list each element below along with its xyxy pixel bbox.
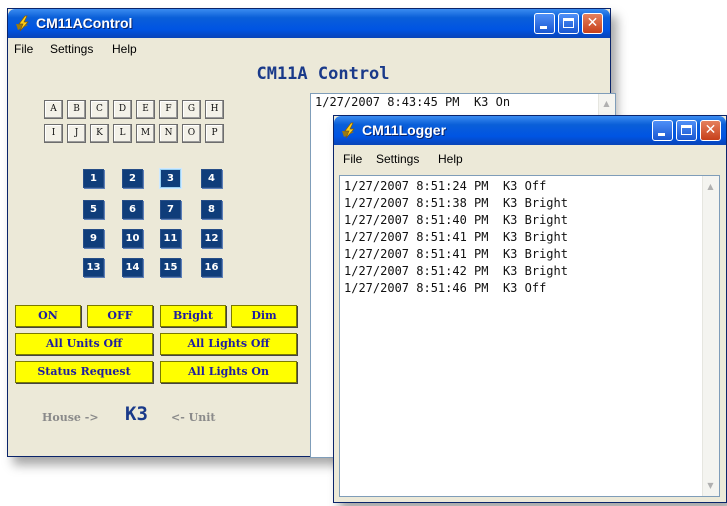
logger-maximize-button[interactable]: [676, 120, 697, 141]
unit-button-2[interactable]: 2: [122, 169, 143, 188]
logger-log-scrollbar[interactable]: ▲ ▼: [702, 176, 719, 496]
logger-window-title: CM11Logger: [362, 122, 447, 138]
unit-button-9[interactable]: 9: [83, 229, 104, 248]
control-window-title: CM11AControl: [36, 15, 133, 31]
minimize-icon: [658, 133, 665, 136]
house-label: House ->: [42, 411, 99, 424]
close-icon: ✕: [704, 122, 717, 138]
unit-button-5[interactable]: 5: [83, 200, 104, 219]
log-line: 1/27/2007 8:51:24 PM K3 Off: [344, 179, 547, 193]
log-line: 1/27/2007 8:51:41 PM K3 Bright: [344, 230, 568, 244]
off-button[interactable]: OFF: [87, 305, 153, 327]
logger-menubar: File Settings Help: [334, 148, 726, 170]
house-button-f[interactable]: F: [159, 100, 178, 119]
scroll-up-icon[interactable]: ▲: [600, 96, 613, 111]
unit-button-15[interactable]: 15: [160, 258, 181, 277]
house-button-o[interactable]: O: [182, 124, 201, 143]
all-lights-off-button[interactable]: All Lights Off: [160, 333, 297, 355]
log-line: 1/27/2007 8:51:40 PM K3 Bright: [344, 213, 568, 227]
unit-button-1[interactable]: 1: [83, 169, 104, 188]
logger-titlebar[interactable]: CM11Logger ✕: [334, 116, 726, 145]
unit-button-16[interactable]: 16: [201, 258, 222, 277]
unit-button-4[interactable]: 4: [201, 169, 222, 188]
on-button[interactable]: ON: [15, 305, 81, 327]
control-titlebar[interactable]: CM11AControl ✕: [8, 9, 610, 38]
unit-button-11[interactable]: 11: [160, 229, 181, 248]
house-button-d[interactable]: D: [113, 100, 132, 119]
log-line: 1/27/2007 8:43:45 PM K3 On: [315, 95, 511, 109]
house-button-a[interactable]: A: [44, 100, 63, 119]
menu-file[interactable]: File: [343, 152, 362, 166]
house-button-p[interactable]: P: [205, 124, 224, 143]
logger-minimize-button[interactable]: [652, 120, 673, 141]
log-line: 1/27/2007 8:51:46 PM K3 Off: [344, 281, 547, 295]
control-minimize-button[interactable]: [534, 13, 555, 34]
bright-button[interactable]: Bright: [160, 305, 226, 327]
menu-help[interactable]: Help: [112, 42, 137, 56]
control-heading: CM11A Control: [256, 64, 390, 84]
current-code: K3: [125, 403, 148, 425]
house-button-i[interactable]: I: [44, 124, 63, 143]
log-line: 1/27/2007 8:51:41 PM K3 Bright: [344, 247, 568, 261]
house-button-h[interactable]: H: [205, 100, 224, 119]
control-close-button[interactable]: ✕: [582, 13, 603, 34]
house-button-c[interactable]: C: [90, 100, 109, 119]
menu-file[interactable]: File: [14, 42, 33, 56]
control-maximize-button[interactable]: [558, 13, 579, 34]
unit-button-6[interactable]: 6: [122, 200, 143, 219]
house-button-g[interactable]: G: [182, 100, 201, 119]
dim-button[interactable]: Dim: [231, 305, 297, 327]
unit-button-3[interactable]: 3: [160, 169, 181, 188]
control-menubar: File Settings Help: [8, 38, 610, 60]
house-button-n[interactable]: N: [159, 124, 178, 143]
log-line: 1/27/2007 8:51:38 PM K3 Bright: [344, 196, 568, 210]
unit-button-13[interactable]: 13: [83, 258, 104, 277]
house-button-m[interactable]: M: [136, 124, 155, 143]
unit-button-8[interactable]: 8: [201, 200, 222, 219]
maximize-icon: [563, 18, 574, 28]
scroll-up-icon[interactable]: ▲: [704, 179, 717, 194]
house-button-e[interactable]: E: [136, 100, 155, 119]
cm11-logger-window: CM11Logger ✕ File Settings Help 1/27/200…: [333, 115, 727, 503]
unit-button-14[interactable]: 14: [122, 258, 143, 277]
house-button-l[interactable]: L: [113, 124, 132, 143]
lightning-bolt-icon: [342, 122, 355, 139]
status-request-button[interactable]: Status Request: [15, 361, 153, 383]
house-button-j[interactable]: J: [67, 124, 86, 143]
logger-close-button[interactable]: ✕: [700, 120, 721, 141]
menu-settings[interactable]: Settings: [376, 152, 419, 166]
unit-button-12[interactable]: 12: [201, 229, 222, 248]
unit-label: <- Unit: [171, 411, 216, 424]
unit-button-7[interactable]: 7: [160, 200, 181, 219]
all-units-off-button[interactable]: All Units Off: [15, 333, 153, 355]
close-icon: ✕: [586, 15, 599, 31]
house-button-k[interactable]: K: [90, 124, 109, 143]
maximize-icon: [681, 125, 692, 135]
minimize-icon: [540, 26, 547, 29]
all-lights-on-button[interactable]: All Lights On: [160, 361, 297, 383]
unit-button-10[interactable]: 10: [122, 229, 143, 248]
scroll-down-icon[interactable]: ▼: [704, 478, 717, 493]
house-button-b[interactable]: B: [67, 100, 86, 119]
lightning-bolt-icon: [16, 15, 29, 32]
log-line: 1/27/2007 8:51:42 PM K3 Bright: [344, 264, 568, 278]
menu-settings[interactable]: Settings: [50, 42, 93, 56]
menu-help[interactable]: Help: [438, 152, 463, 166]
logger-log-list[interactable]: 1/27/2007 8:51:24 PM K3 Off 1/27/2007 8:…: [339, 175, 720, 497]
